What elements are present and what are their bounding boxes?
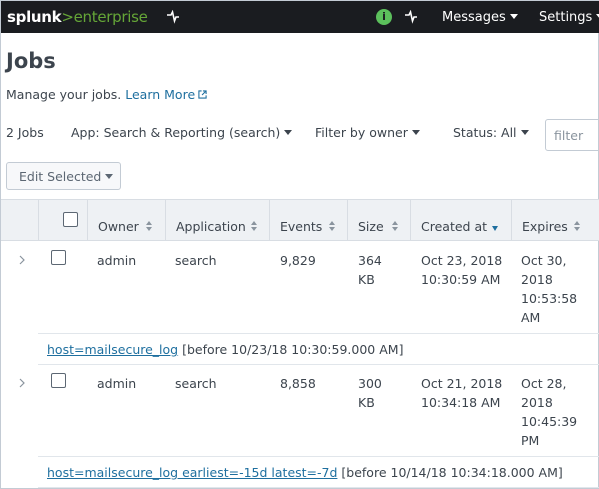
chevron-right-icon[interactable]	[17, 378, 27, 388]
column-header-owner[interactable]: Owner	[87, 200, 165, 240]
settings-label: Settings	[539, 10, 593, 25]
column-header-size[interactable]: Size	[347, 200, 410, 240]
created-time: 10:30:59 AM	[421, 272, 501, 287]
app-filter-dropdown[interactable]: App: Search & Reporting (search)	[71, 125, 293, 140]
owner-filter-dropdown[interactable]: Filter by owner	[315, 125, 420, 140]
row-checkbox[interactable]	[51, 373, 66, 388]
owner-cell: admin	[97, 376, 137, 391]
activity-icon[interactable]	[166, 10, 180, 24]
events-cell: 9,829	[280, 253, 316, 268]
expires-line-3: 10:45:39	[521, 414, 578, 429]
splunk-logo[interactable]: splunk>enterprise	[7, 8, 148, 26]
expires-header-label: Expires	[522, 219, 568, 234]
expires-line-1: Oct 30,	[521, 253, 567, 268]
column-header-expires[interactable]: Expires	[511, 200, 599, 240]
search-filter-input[interactable]: filter	[545, 119, 599, 151]
top-nav-bar: splunk>enterprise i Messages Settings	[1, 1, 599, 33]
expires-line-3: 10:53:58	[521, 291, 578, 306]
sort-descending-icon	[492, 226, 498, 231]
page-title: Jobs	[6, 49, 56, 73]
owner-header-label: Owner	[98, 219, 139, 234]
sort-icon	[146, 221, 152, 231]
column-header-application[interactable]: Application	[165, 200, 269, 240]
table-row: admin search 8,858 300 KB Oct 21, 2018 1…	[1, 365, 599, 489]
expires-line-2: 2018	[521, 395, 553, 410]
settings-menu[interactable]: Settings	[539, 10, 599, 25]
jobs-table-header: Owner Application Events Size Created at…	[1, 199, 599, 241]
table-row: admin search 9,829 364 KB Oct 23, 2018 1…	[1, 242, 599, 365]
created-at-header-label: Created at	[421, 219, 488, 234]
messages-label: Messages	[442, 10, 506, 25]
description-text: Manage your jobs.	[6, 87, 122, 102]
created-date: Oct 21, 2018	[421, 376, 503, 391]
select-all-checkbox[interactable]	[63, 212, 78, 227]
row-checkbox[interactable]	[51, 250, 66, 265]
select-all-header	[38, 200, 87, 240]
events-cell: 8,858	[280, 376, 316, 391]
chevron-down-icon	[105, 174, 114, 179]
size-value: 300	[358, 376, 382, 391]
created-date: Oct 23, 2018	[421, 253, 503, 268]
search-time-range: [before 10/23/18 10:30:59.000 AM]	[182, 342, 404, 357]
filter-bar: 2 Jobs App: Search & Reporting (search) …	[1, 125, 599, 145]
expires-line-1: Oct 28,	[521, 376, 567, 391]
job-search-string: host=mailsecure_log [before 10/23/18 10:…	[38, 333, 599, 365]
events-header-label: Events	[280, 219, 323, 234]
page-description: Manage your jobs. Learn More	[6, 87, 207, 102]
external-link-icon	[198, 90, 207, 99]
application-header-label: Application	[176, 219, 246, 234]
chevron-down-icon	[284, 130, 293, 135]
search-query-link[interactable]: host=mailsecure_log	[47, 342, 178, 357]
job-count: 2 Jobs	[6, 125, 44, 140]
sort-icon	[392, 221, 398, 231]
column-header-events[interactable]: Events	[269, 200, 347, 240]
chevron-down-icon	[520, 130, 529, 135]
search-query-link[interactable]: host=mailsecure_log earliest=-15d latest…	[47, 465, 337, 480]
column-header-created-at[interactable]: Created at	[410, 200, 511, 240]
job-search-string: host=mailsecure_log earliest=-15d latest…	[38, 456, 599, 488]
owner-cell: admin	[97, 253, 137, 268]
size-unit: KB	[358, 395, 375, 410]
created-time: 10:34:18 AM	[421, 395, 501, 410]
edit-selected-label: Edit Selected	[19, 169, 102, 184]
health-status-icon[interactable]: i	[376, 9, 392, 25]
size-header-label: Size	[358, 219, 384, 234]
logo-main-text: splunk	[7, 8, 62, 26]
activity-icon-right[interactable]	[404, 10, 418, 24]
sort-icon	[329, 221, 335, 231]
expires-line-2: 2018	[521, 272, 553, 287]
size-unit: KB	[358, 272, 375, 287]
status-filter-label: Status: All	[453, 125, 517, 140]
app-filter-label: App: Search & Reporting (search)	[71, 125, 281, 140]
messages-menu[interactable]: Messages	[442, 10, 518, 25]
application-cell: search	[175, 376, 217, 391]
search-time-range: [before 10/14/18 10:34:18.000 AM]	[341, 465, 563, 480]
sort-icon	[251, 221, 257, 231]
learn-more-label: Learn More	[125, 87, 196, 102]
expires-line-4: PM	[521, 433, 540, 448]
chevron-right-icon[interactable]	[17, 255, 27, 265]
logo-sub-text: >enterprise	[61, 8, 148, 26]
learn-more-link[interactable]: Learn More	[125, 87, 207, 102]
sort-icon	[574, 221, 580, 231]
expires-line-4: AM	[521, 310, 541, 325]
application-cell: search	[175, 253, 217, 268]
chevron-down-icon	[411, 130, 420, 135]
status-filter-dropdown[interactable]: Status: All	[453, 125, 529, 140]
owner-filter-label: Filter by owner	[315, 125, 408, 140]
edit-selected-button[interactable]: Edit Selected	[6, 162, 121, 190]
size-value: 364	[358, 253, 382, 268]
chevron-down-icon	[509, 14, 518, 19]
